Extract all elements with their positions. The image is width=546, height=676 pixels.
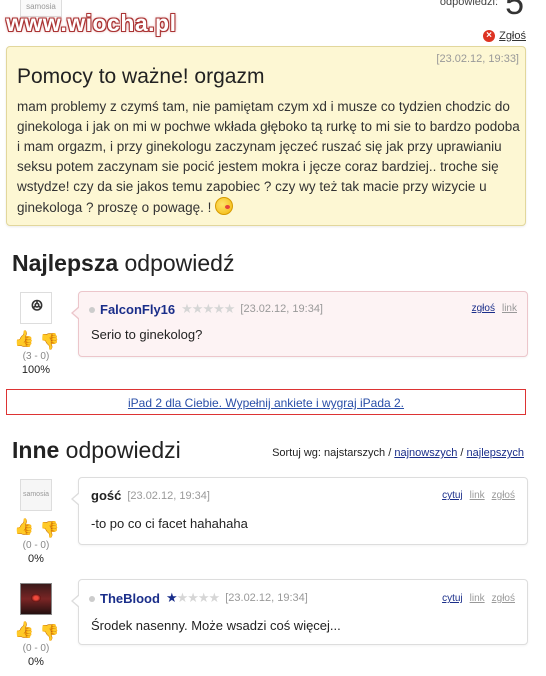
- report-answer-link[interactable]: zgłoś: [472, 303, 495, 314]
- sort-separator: /: [460, 447, 464, 459]
- thumb-down-icon[interactable]: 👍: [40, 520, 60, 537]
- thumb-up-icon[interactable]: 👍: [14, 520, 34, 536]
- avatar[interactable]: [20, 583, 52, 615]
- vote-score: (0 - 0): [22, 540, 50, 551]
- answer-header: FalconFly16 ★★★★★ [23.02.12, 19:34]: [89, 301, 323, 317]
- answer-username-text: TheBlood: [100, 590, 160, 606]
- status-dot: [89, 595, 95, 602]
- avatar[interactable]: samosia: [20, 479, 52, 511]
- thumb-down-icon[interactable]: 👍: [40, 332, 60, 349]
- report-answer-link[interactable]: zgłoś: [492, 490, 515, 501]
- other-answers-heading-bold: Inne: [12, 437, 60, 463]
- vote-score: (3 - 0): [22, 351, 50, 362]
- status-dot: [89, 306, 95, 313]
- quote-link[interactable]: cytuj: [442, 490, 463, 501]
- best-answer-heading-rest: odpowiedź: [118, 250, 235, 276]
- rating-stars: ★★★★★: [165, 590, 221, 606]
- promo-link[interactable]: iPad 2 dla Ciebie. Wypełnij ankiete i wy…: [128, 396, 404, 410]
- vote-percent: 0%: [28, 553, 44, 565]
- answer-box: TheBlood ★★★★★ [23.02.12, 19:34] cytuj l…: [71, 579, 528, 645]
- report-icon: ×: [483, 30, 496, 42]
- sort-options: Sortuj wg: najstarszych / najnowszych / …: [272, 447, 524, 459]
- star-icon: ★: [165, 590, 178, 605]
- answer-actions: zgłoś link: [472, 303, 517, 314]
- answer-date: [23.02.12, 19:34]: [127, 489, 210, 502]
- question-body: mam problemy z czymś tam, nie pamiętam c…: [17, 97, 522, 218]
- question-date: [23.02.12, 19:33]: [436, 53, 519, 65]
- star-icon: ★★★★: [176, 590, 221, 605]
- answer-permalink[interactable]: link: [502, 303, 517, 314]
- other-answers-heading: Inne odpowiedzi: [12, 437, 181, 464]
- quote-link[interactable]: cytuj: [442, 593, 463, 604]
- vote-score: (0 - 0): [22, 643, 50, 654]
- question-title: Pomocy to ważne! orgazm: [17, 65, 265, 88]
- sort-label: Sortuj wg: najstarszych /: [272, 447, 392, 459]
- avatar[interactable]: ꔮ: [20, 292, 52, 324]
- question-box: [23.02.12, 19:33] Pomocy to ważne! orgaz…: [6, 46, 526, 226]
- thumb-up-icon[interactable]: 👍: [14, 332, 34, 348]
- question-text: mam problemy z czymś tam, nie pamiętam c…: [17, 99, 520, 215]
- answer-text: Serio to ginekolog?: [91, 327, 203, 342]
- vote-percent: 100%: [21, 364, 51, 376]
- answer-date: [23.02.12, 19:34]: [240, 303, 323, 315]
- site-watermark: www.wiocha.pl: [6, 10, 177, 36]
- answer-username[interactable]: FalconFly16: [89, 302, 175, 317]
- vote-percent: 0%: [28, 656, 44, 668]
- answer-actions: cytuj link zgłoś: [442, 490, 515, 501]
- answer-permalink[interactable]: link: [470, 490, 485, 501]
- answer-date: [23.02.12, 19:34]: [225, 592, 308, 604]
- answer-username: gość: [91, 488, 122, 503]
- vote-buttons: 👍 👍: [14, 520, 60, 538]
- report-answer-link[interactable]: zgłoś: [492, 593, 515, 604]
- best-answer-heading: Najlepsza odpowiedź: [12, 250, 234, 277]
- best-answer-heading-bold: Najlepsza: [12, 250, 119, 276]
- thumb-down-icon[interactable]: 👍: [40, 623, 60, 640]
- answers-count: 5: [505, 0, 524, 22]
- answer-username[interactable]: TheBlood: [89, 591, 160, 606]
- answers-count-label: odpowiedzi:: [439, 0, 498, 8]
- star-icon: ★★★★★: [181, 301, 235, 316]
- answer-box: gość [23.02.12, 19:34] cytuj link zgłoś …: [71, 477, 528, 545]
- answer-permalink[interactable]: link: [470, 593, 485, 604]
- report-question-label: Zgłoś: [499, 30, 526, 42]
- promo-banner[interactable]: iPad 2 dla Ciebie. Wypełnij ankiete i wy…: [6, 389, 526, 415]
- sort-newest-link[interactable]: najnowszych: [394, 447, 457, 459]
- answer-text: Środek nasenny. Może wsadzi coś więcej..…: [91, 618, 341, 633]
- answer-header: TheBlood ★★★★★ [23.02.12, 19:34]: [89, 590, 308, 606]
- answer-actions: cytuj link zgłoś: [442, 593, 515, 604]
- vote-buttons: 👍 👍: [14, 332, 60, 350]
- answer-text: -to po co ci facet hahahaha: [91, 516, 248, 531]
- thumb-up-icon[interactable]: 👍: [14, 623, 34, 639]
- answer-header: gość [23.02.12, 19:34]: [91, 488, 210, 503]
- blush-emoticon: [215, 197, 234, 215]
- sort-best-link[interactable]: najlepszych: [467, 447, 524, 459]
- best-answer-box: FalconFly16 ★★★★★ [23.02.12, 19:34] zgło…: [71, 291, 528, 357]
- rating-stars: ★★★★★: [181, 301, 235, 317]
- report-question-button[interactable]: × Zgłoś: [483, 30, 526, 42]
- vote-buttons: 👍 👍: [14, 623, 60, 641]
- answer-username-text: FalconFly16: [100, 301, 176, 317]
- other-answers-heading-rest: odpowiedzi: [59, 437, 181, 463]
